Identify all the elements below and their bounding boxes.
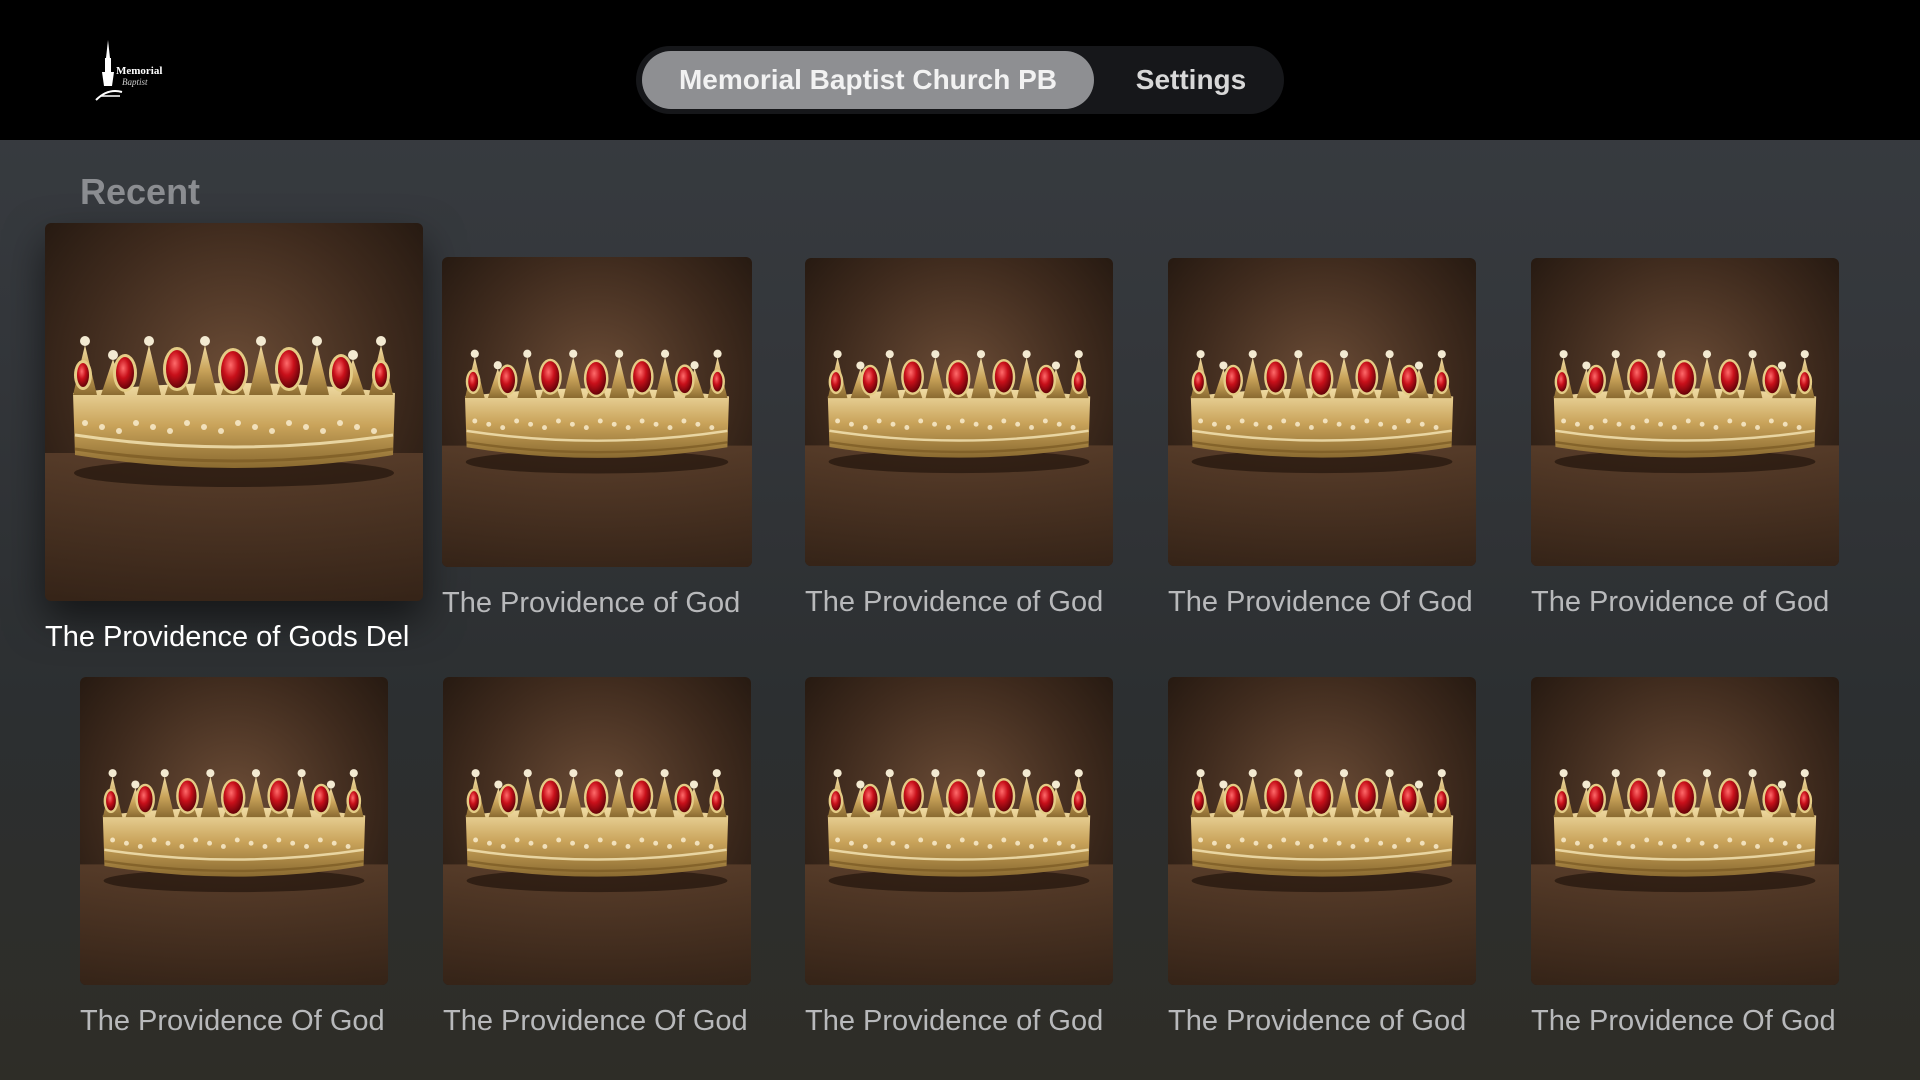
sermon-title: The Providence of Gods Del [45, 621, 410, 653]
section-title-recent: Recent [80, 171, 201, 212]
crown-thumbnail [805, 677, 1113, 985]
sermon-title: The Providence Of God [80, 1005, 385, 1037]
crown-thumbnail [1531, 677, 1839, 985]
top-bar: Memorial Baptist Memorial Baptist Church… [0, 0, 1920, 140]
sermon-tile[interactable]: The Providence of God [805, 258, 1113, 626]
sermon-title: The Providence of God [805, 586, 1104, 618]
crown-thumbnail [1168, 677, 1476, 985]
sermon-tile[interactable]: The Providence Of God [1531, 677, 1839, 1045]
sermon-title: The Providence of God [1531, 586, 1830, 618]
nav-tab-bar: Memorial Baptist Church PB Settings [636, 46, 1284, 114]
church-logo[interactable]: Memorial Baptist [92, 38, 172, 106]
sermon-tile[interactable]: The Providence of Gods Del [45, 223, 423, 661]
crown-thumbnail [80, 677, 388, 985]
logo-text: Memorial [116, 65, 163, 77]
sermon-title: The Providence of God [442, 587, 741, 619]
sermon-tile[interactable]: The Providence of God [1168, 677, 1476, 1045]
sermon-tile[interactable]: The Providence of God [442, 257, 752, 627]
screen: Memorial Baptist Memorial Baptist Church… [0, 0, 1920, 1080]
crown-thumbnail [1168, 258, 1476, 566]
tab-settings[interactable]: Settings [1108, 51, 1274, 109]
sermon-tile[interactable]: The Providence Of God [1168, 258, 1476, 626]
tab-memorial-baptist-church-pb[interactable]: Memorial Baptist Church PB [642, 51, 1094, 109]
logo-subtext: Baptist [122, 77, 148, 87]
sermon-title: The Providence of God [1168, 1005, 1467, 1037]
sermon-title: The Providence of God [805, 1005, 1104, 1037]
sermon-title: The Providence Of God [443, 1005, 748, 1037]
crown-thumbnail [45, 223, 423, 601]
sermon-tile[interactable]: The Providence of God [805, 677, 1113, 1045]
crown-thumbnail [443, 677, 751, 985]
crown-thumbnail [442, 257, 752, 567]
crown-thumbnail [1531, 258, 1839, 566]
sermon-title: The Providence Of God [1168, 586, 1473, 618]
sermon-tile[interactable]: The Providence of God [1531, 258, 1839, 626]
crown-thumbnail [805, 258, 1113, 566]
sermon-tile[interactable]: The Providence Of God [80, 677, 388, 1045]
sermon-title: The Providence Of God [1531, 1005, 1836, 1037]
sermon-tile[interactable]: The Providence Of God [443, 677, 751, 1045]
